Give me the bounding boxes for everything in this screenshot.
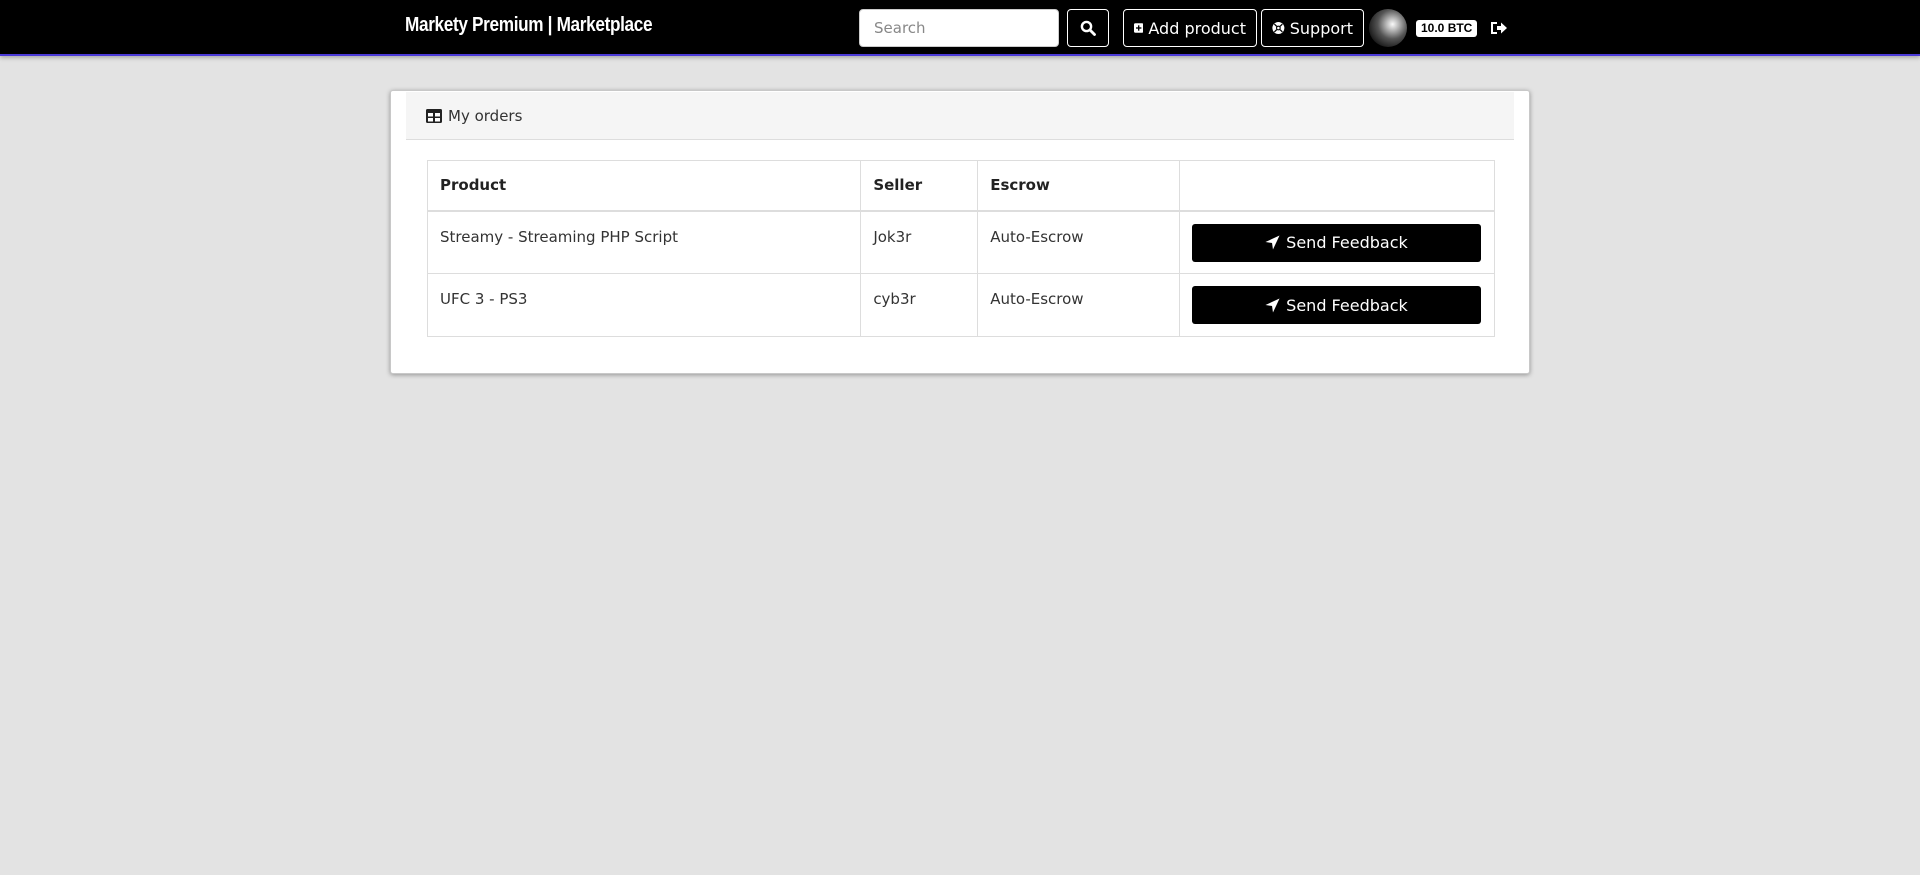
table-header-row: Product Seller Escrow (426, 160, 1496, 212)
paper-plane-icon (1265, 297, 1280, 313)
avatar[interactable] (1369, 9, 1407, 47)
search-icon (1080, 20, 1096, 36)
life-ring-icon (1272, 22, 1285, 34)
card-header: My orders (406, 92, 1514, 140)
send-feedback-button[interactable]: Send Feedback (1191, 223, 1481, 262)
action-cell: Send Feedback (1178, 210, 1496, 274)
paper-plane-icon (1265, 235, 1280, 250)
table-row: UFC 3 - PS3 cyb3r Auto-Escrow Send Feedb… (426, 273, 1496, 337)
table-icon (426, 108, 442, 123)
add-product-label: Add product (1148, 18, 1246, 38)
support-button[interactable]: Support (1261, 9, 1364, 47)
action-cell: Send Feedback (1178, 273, 1496, 337)
product-cell: Streamy - Streaming PHP Script (426, 210, 862, 274)
escrow-cell: Auto-Escrow (977, 210, 1180, 274)
table-row: Streamy - Streaming PHP Script Jok3r Aut… (426, 210, 1496, 274)
brand-title[interactable]: Markety Premium | Marketplace (405, 14, 653, 37)
orders-table: Product Seller Escrow Streamy - Streamin… (426, 160, 1496, 337)
product-cell: UFC 3 - PS3 (426, 273, 862, 337)
search-button[interactable] (1067, 9, 1109, 47)
search-input[interactable] (859, 9, 1059, 47)
seller-cell: cyb3r (860, 273, 979, 337)
column-header-product: Product (426, 160, 862, 212)
send-feedback-label: Send Feedback (1286, 295, 1408, 315)
card-title: My orders (448, 106, 523, 125)
send-feedback-label: Send Feedback (1286, 233, 1408, 252)
balance-badge: 10.0 BTC (1416, 20, 1478, 37)
send-feedback-button[interactable]: Send Feedback (1191, 286, 1481, 324)
escrow-cell: Auto-Escrow (977, 273, 1180, 337)
column-header-escrow: Escrow (977, 160, 1180, 212)
sign-out-icon[interactable] (1490, 19, 1508, 37)
add-product-button[interactable]: Add product (1123, 9, 1257, 47)
navbar: Markety Premium | Marketplace Add produc… (0, 0, 1920, 56)
seller-cell: Jok3r (860, 210, 979, 274)
column-header-seller: Seller (860, 160, 979, 212)
column-header-action (1178, 160, 1496, 212)
support-label: Support (1289, 18, 1353, 38)
plus-square-icon (1134, 23, 1144, 33)
orders-card: My orders Product Seller Escrow Streamy … (390, 90, 1530, 374)
